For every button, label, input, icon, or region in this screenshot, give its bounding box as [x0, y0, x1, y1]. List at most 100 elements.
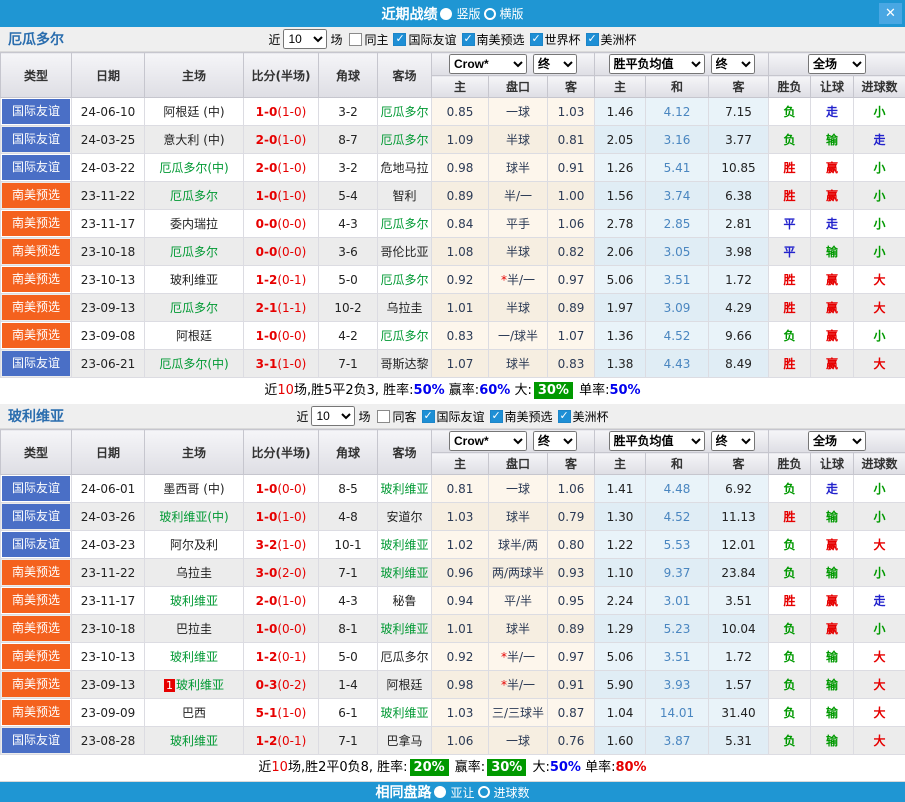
cell-goals-result: 大 — [854, 350, 905, 378]
cell-avg-home: 2.06 — [595, 238, 646, 266]
competition-checkbox[interactable] — [558, 410, 571, 423]
match-row: 国际友谊24-06-01墨西哥 (中)1-0(0-0)8-5玻利维亚0.81一球… — [1, 475, 905, 503]
cell-result: 负 — [769, 699, 811, 727]
match-count-select[interactable]: 10 — [283, 29, 327, 49]
final-avg-select[interactable]: 终 — [711, 54, 755, 74]
cell-score: 3-2(1-0) — [244, 531, 319, 559]
competition-badge: 国际友谊 — [2, 155, 70, 180]
scope-select[interactable]: 全场 — [808, 431, 866, 451]
competition-badge: 南美预选 — [2, 560, 70, 585]
cell-avg-away: 2.81 — [709, 210, 769, 238]
competition-checkbox[interactable] — [462, 33, 475, 46]
summary-segment: 10 — [277, 383, 294, 398]
same-venue-checkbox[interactable] — [349, 33, 362, 46]
summary-segment: 大: — [528, 760, 550, 775]
cell-date: 23-09-13 — [72, 294, 145, 322]
away-team-name: 危地马拉 — [380, 161, 428, 175]
sub-header-odds-away: 客 — [548, 76, 595, 98]
cell-score: 5-1(1-0) — [244, 699, 319, 727]
away-team-name: 安道尔 — [386, 510, 422, 524]
cell-competition: 南美预选 — [1, 587, 72, 615]
competition-checkbox[interactable] — [393, 33, 406, 46]
col-header-home: 主场 — [145, 53, 244, 98]
cell-away-team: 哥斯达黎 — [378, 350, 432, 378]
same-venue-checkbox[interactable] — [377, 410, 390, 423]
goals-radio[interactable] — [478, 786, 490, 798]
competition-checkbox[interactable] — [422, 410, 435, 423]
match-count-select[interactable]: 10 — [311, 406, 355, 426]
cell-corners: 3-6 — [319, 238, 378, 266]
cell-corners: 4-2 — [319, 322, 378, 350]
cell-away-odds: 0.97 — [548, 266, 595, 294]
cell-date: 23-09-08 — [72, 322, 145, 350]
cell-score: 1-0(1-0) — [244, 503, 319, 531]
sub-header-avg-draw: 和 — [646, 453, 709, 475]
final-odds-select[interactable]: 终 — [533, 54, 577, 74]
cell-away-team: 厄瓜多尔 — [378, 266, 432, 294]
cell-corners: 10-1 — [319, 531, 378, 559]
cell-avg-draw: 3.51 — [646, 643, 709, 671]
cell-home-team: 厄瓜多尔 — [145, 238, 244, 266]
competition-checkbox[interactable] — [586, 33, 599, 46]
horizontal-label[interactable]: 横版 — [500, 5, 524, 22]
cell-score: 0-3(0-2) — [244, 671, 319, 699]
cell-handicap-result: 走 — [811, 475, 854, 503]
competition-checkbox[interactable] — [530, 33, 543, 46]
col-header-away: 客场 — [378, 53, 432, 98]
cell-avg-draw: 2.85 — [646, 210, 709, 238]
cell-away-odds: 1.00 — [548, 182, 595, 210]
scope-select[interactable]: 全场 — [808, 54, 866, 74]
sub-header-odds-home: 主 — [432, 76, 489, 98]
bookmaker-select[interactable]: Crow* — [449, 54, 527, 74]
col-header-date: 日期 — [72, 53, 145, 98]
scope-group-header: 全场 — [769, 53, 905, 76]
cell-avg-draw: 5.41 — [646, 154, 709, 182]
asian-handicap-radio[interactable] — [434, 786, 446, 798]
away-team-name: 厄瓜多尔 — [380, 217, 428, 231]
horizontal-radio[interactable] — [484, 8, 496, 20]
cell-competition: 国际友谊 — [1, 154, 72, 182]
cell-result: 胜 — [769, 182, 811, 210]
cell-handicap: 球半 — [489, 503, 548, 531]
cell-home-odds: 1.01 — [432, 615, 489, 643]
cell-date: 23-09-09 — [72, 699, 145, 727]
cell-handicap-result: 赢 — [811, 182, 854, 210]
final-odds-select[interactable]: 终 — [533, 431, 577, 451]
cell-goals-result: 大 — [854, 671, 905, 699]
competition-filter: 南美预选 — [462, 31, 525, 48]
cell-home-team: 阿尔及利 — [145, 531, 244, 559]
cell-home-team: 阿根廷 (中) — [145, 98, 244, 126]
close-icon[interactable]: ✕ — [879, 3, 902, 24]
final-avg-select[interactable]: 终 — [711, 431, 755, 451]
cell-handicap: 球半 — [489, 350, 548, 378]
cell-away-odds: 1.07 — [548, 322, 595, 350]
cell-corners: 7-1 — [319, 350, 378, 378]
avg-odds-select[interactable]: 胜平负均值 — [609, 54, 705, 74]
bookmaker-select[interactable]: Crow* — [449, 431, 527, 451]
cell-corners: 8-7 — [319, 126, 378, 154]
cell-handicap-result: 输 — [811, 727, 854, 755]
cell-home-team: 玻利维亚(中) — [145, 503, 244, 531]
cell-away-odds: 0.93 — [548, 559, 595, 587]
cell-date: 24-03-22 — [72, 154, 145, 182]
competition-checkbox[interactable] — [490, 410, 503, 423]
cell-competition: 南美预选 — [1, 671, 72, 699]
cell-away-team: 厄瓜多尔 — [378, 126, 432, 154]
cell-handicap-result: 赢 — [811, 531, 854, 559]
avg-odds-select[interactable]: 胜平负均值 — [609, 431, 705, 451]
cell-competition: 国际友谊 — [1, 727, 72, 755]
cell-goals-result: 小 — [854, 475, 905, 503]
cell-corners: 7-1 — [319, 727, 378, 755]
cell-goals-result: 小 — [854, 559, 905, 587]
home-team-name: 玻利维亚(中) — [159, 510, 228, 524]
cell-handicap-result: 输 — [811, 238, 854, 266]
bottom-title: 相同盘路 — [375, 782, 431, 802]
cell-avg-away: 11.13 — [709, 503, 769, 531]
vertical-label[interactable]: 竖版 — [456, 5, 480, 22]
cell-competition: 南美预选 — [1, 266, 72, 294]
home-team-name: 乌拉圭 — [176, 566, 212, 580]
cell-away-odds: 1.03 — [548, 98, 595, 126]
cell-goals-result: 走 — [854, 126, 905, 154]
cell-goals-result: 小 — [854, 615, 905, 643]
vertical-radio[interactable] — [440, 8, 452, 20]
